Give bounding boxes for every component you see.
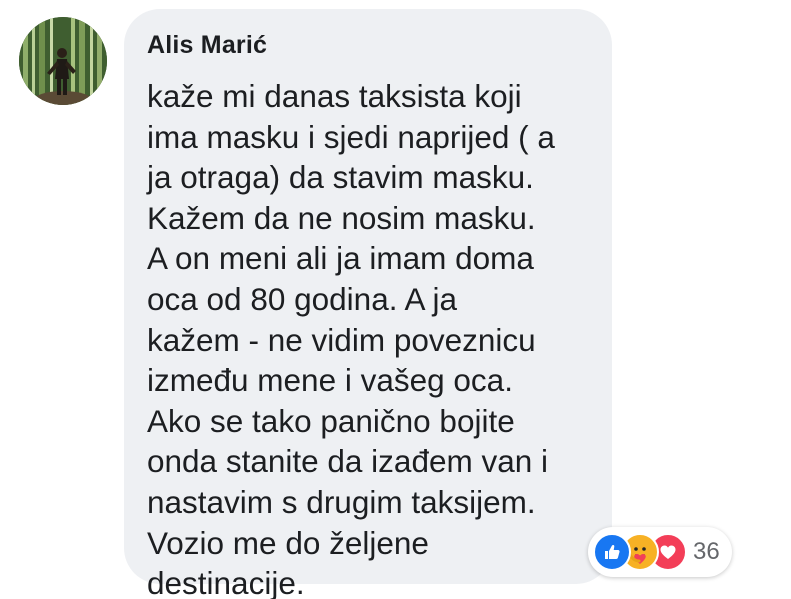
comment-text-line: Kažem da ne nosim masku. — [147, 199, 536, 236]
comment-text-line: kaže mi danas taksista koji — [147, 78, 522, 114]
comment-bubble: Alis Marić kaže mi danas taksista koji i… — [124, 9, 612, 599]
reactions-summary[interactable]: 36 — [588, 527, 732, 577]
comment-author-name[interactable]: Alis Marić — [147, 31, 267, 60]
comment-text-line: kažem - ne vidim poveznicu — [147, 321, 536, 358]
comment-text-line: oca od 80 godina. A ja — [147, 280, 458, 317]
comment-text-line: Vozio me do željene — [147, 524, 429, 561]
comment-text-line: između mene i vašeg oca. — [147, 362, 513, 399]
comment-text: kaže mi danas taksista koji ima masku i … — [147, 76, 607, 599]
comment-text-line: Ako se tako panično bojite — [147, 402, 515, 439]
comment-text-line: onda stanite da izađem van i — [147, 443, 549, 480]
avatar[interactable] — [19, 17, 107, 105]
reaction-count: 36 — [693, 538, 720, 565]
like-icon — [593, 533, 631, 571]
comment-text-line: ima masku i sjedi naprijed ( a — [147, 118, 555, 155]
comment-text-line: destinacije. — [147, 565, 305, 599]
comment-text-line: A on meni ali ja imam doma — [147, 240, 534, 277]
comment-text-line: nastavim s drugim taksijem. — [147, 483, 536, 520]
comment-text-line: ja otraga) da stavim masku. — [147, 159, 534, 196]
